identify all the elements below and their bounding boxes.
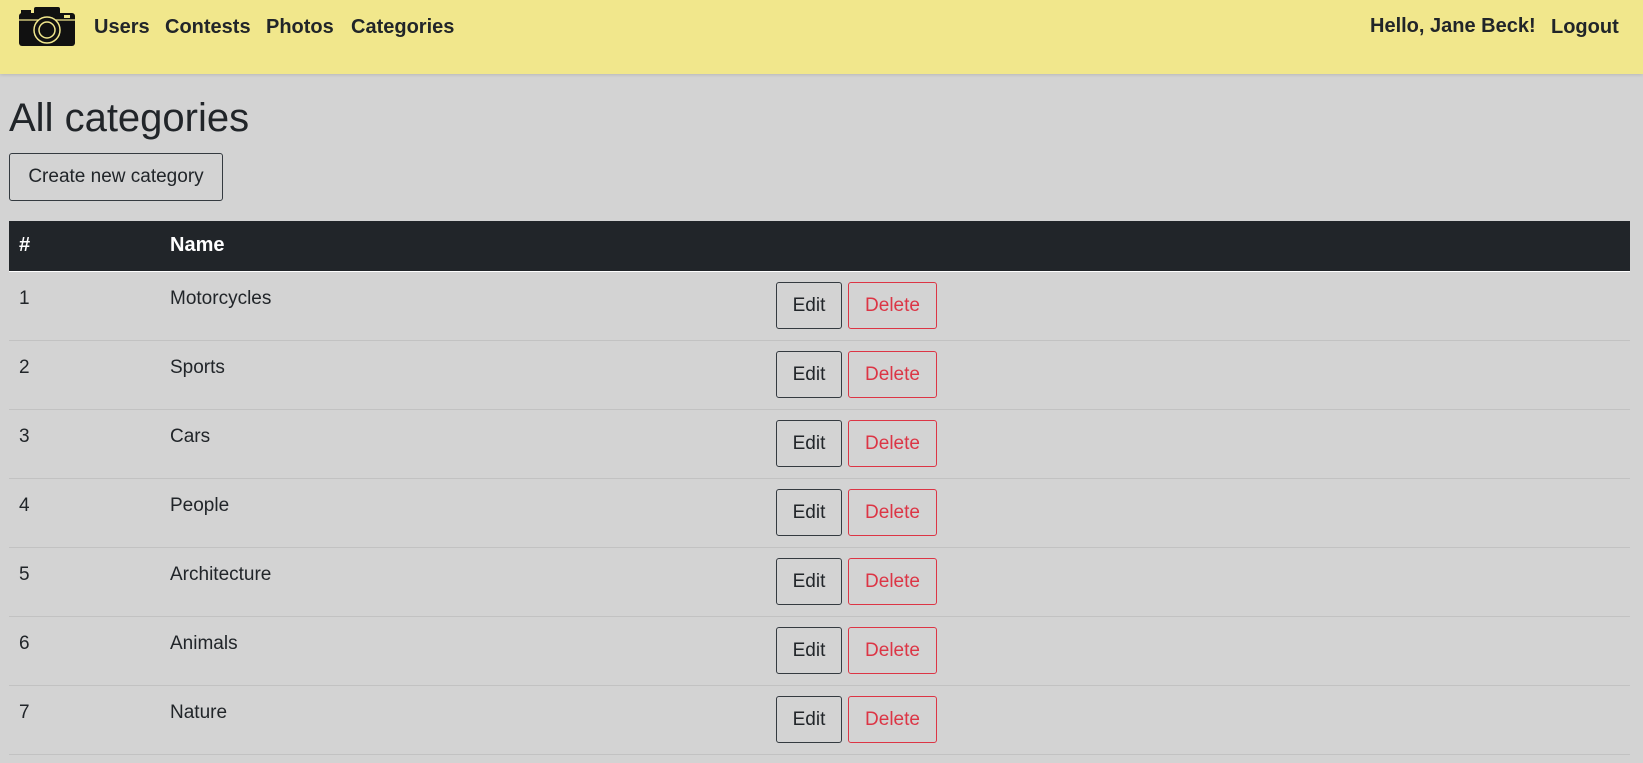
- row-number: 1: [19, 288, 30, 309]
- camera-icon[interactable]: [18, 5, 76, 47]
- top-navbar: Users Contests Photos Categories Hello, …: [0, 0, 1643, 74]
- edit-button[interactable]: Edit: [776, 282, 842, 329]
- row-number: 3: [19, 426, 30, 447]
- table-row: 5 Architecture Edit Delete: [9, 548, 1630, 617]
- nav-link-photos[interactable]: Photos: [266, 16, 334, 39]
- edit-button[interactable]: Edit: [776, 420, 842, 467]
- table-row: 4 People Edit Delete: [9, 479, 1630, 548]
- row-number: 2: [19, 357, 30, 378]
- edit-button[interactable]: Edit: [776, 627, 842, 674]
- user-greeting: Hello, Jane Beck!: [1370, 15, 1536, 37]
- category-name: People: [170, 495, 230, 516]
- table-row: 2 Sports Edit Delete: [9, 341, 1630, 410]
- delete-button[interactable]: Delete: [848, 696, 937, 743]
- delete-button[interactable]: Delete: [848, 420, 937, 467]
- nav-link-users[interactable]: Users: [94, 16, 150, 39]
- table-row: 1 Motorcycles Edit Delete: [9, 272, 1630, 341]
- table-body: 1 Motorcycles Edit Delete 2 Sports Edit Delete 3…: [9, 272, 1630, 755]
- column-header-number: #: [19, 234, 31, 256]
- delete-button[interactable]: Delete: [848, 558, 937, 605]
- table-header: # Name: [9, 221, 1630, 272]
- categories-table: # Name 1 Motorcycles Edit Delete 2 Sports Edit…: [9, 221, 1630, 755]
- category-name: Nature: [170, 702, 228, 723]
- edit-button[interactable]: Edit: [776, 558, 842, 605]
- edit-button[interactable]: Edit: [776, 696, 842, 743]
- row-number: 7: [19, 702, 30, 723]
- page-title: All categories: [9, 96, 250, 140]
- nav-link-categories[interactable]: Categories: [351, 16, 454, 39]
- table-row: 3 Cars Edit Delete: [9, 410, 1630, 479]
- delete-button[interactable]: Delete: [848, 627, 937, 674]
- delete-button[interactable]: Delete: [848, 282, 937, 329]
- category-name: Architecture: [170, 564, 272, 585]
- delete-button[interactable]: Delete: [848, 489, 937, 536]
- category-name: Motorcycles: [170, 288, 272, 309]
- delete-button[interactable]: Delete: [848, 351, 937, 398]
- create-category-button[interactable]: Create new category: [9, 153, 223, 201]
- edit-button[interactable]: Edit: [776, 489, 842, 536]
- logout-link[interactable]: Logout: [1551, 16, 1619, 39]
- category-name: Cars: [170, 426, 211, 447]
- edit-button[interactable]: Edit: [776, 351, 842, 398]
- category-name: Sports: [170, 357, 225, 378]
- column-header-name: Name: [170, 234, 225, 256]
- row-number: 4: [19, 495, 30, 516]
- table-row: 7 Nature Edit Delete: [9, 686, 1630, 755]
- row-number: 5: [19, 564, 30, 585]
- category-name: Animals: [170, 633, 238, 654]
- nav-link-contests[interactable]: Contests: [165, 16, 251, 39]
- table-row: 6 Animals Edit Delete: [9, 617, 1630, 686]
- row-number: 6: [19, 633, 30, 654]
